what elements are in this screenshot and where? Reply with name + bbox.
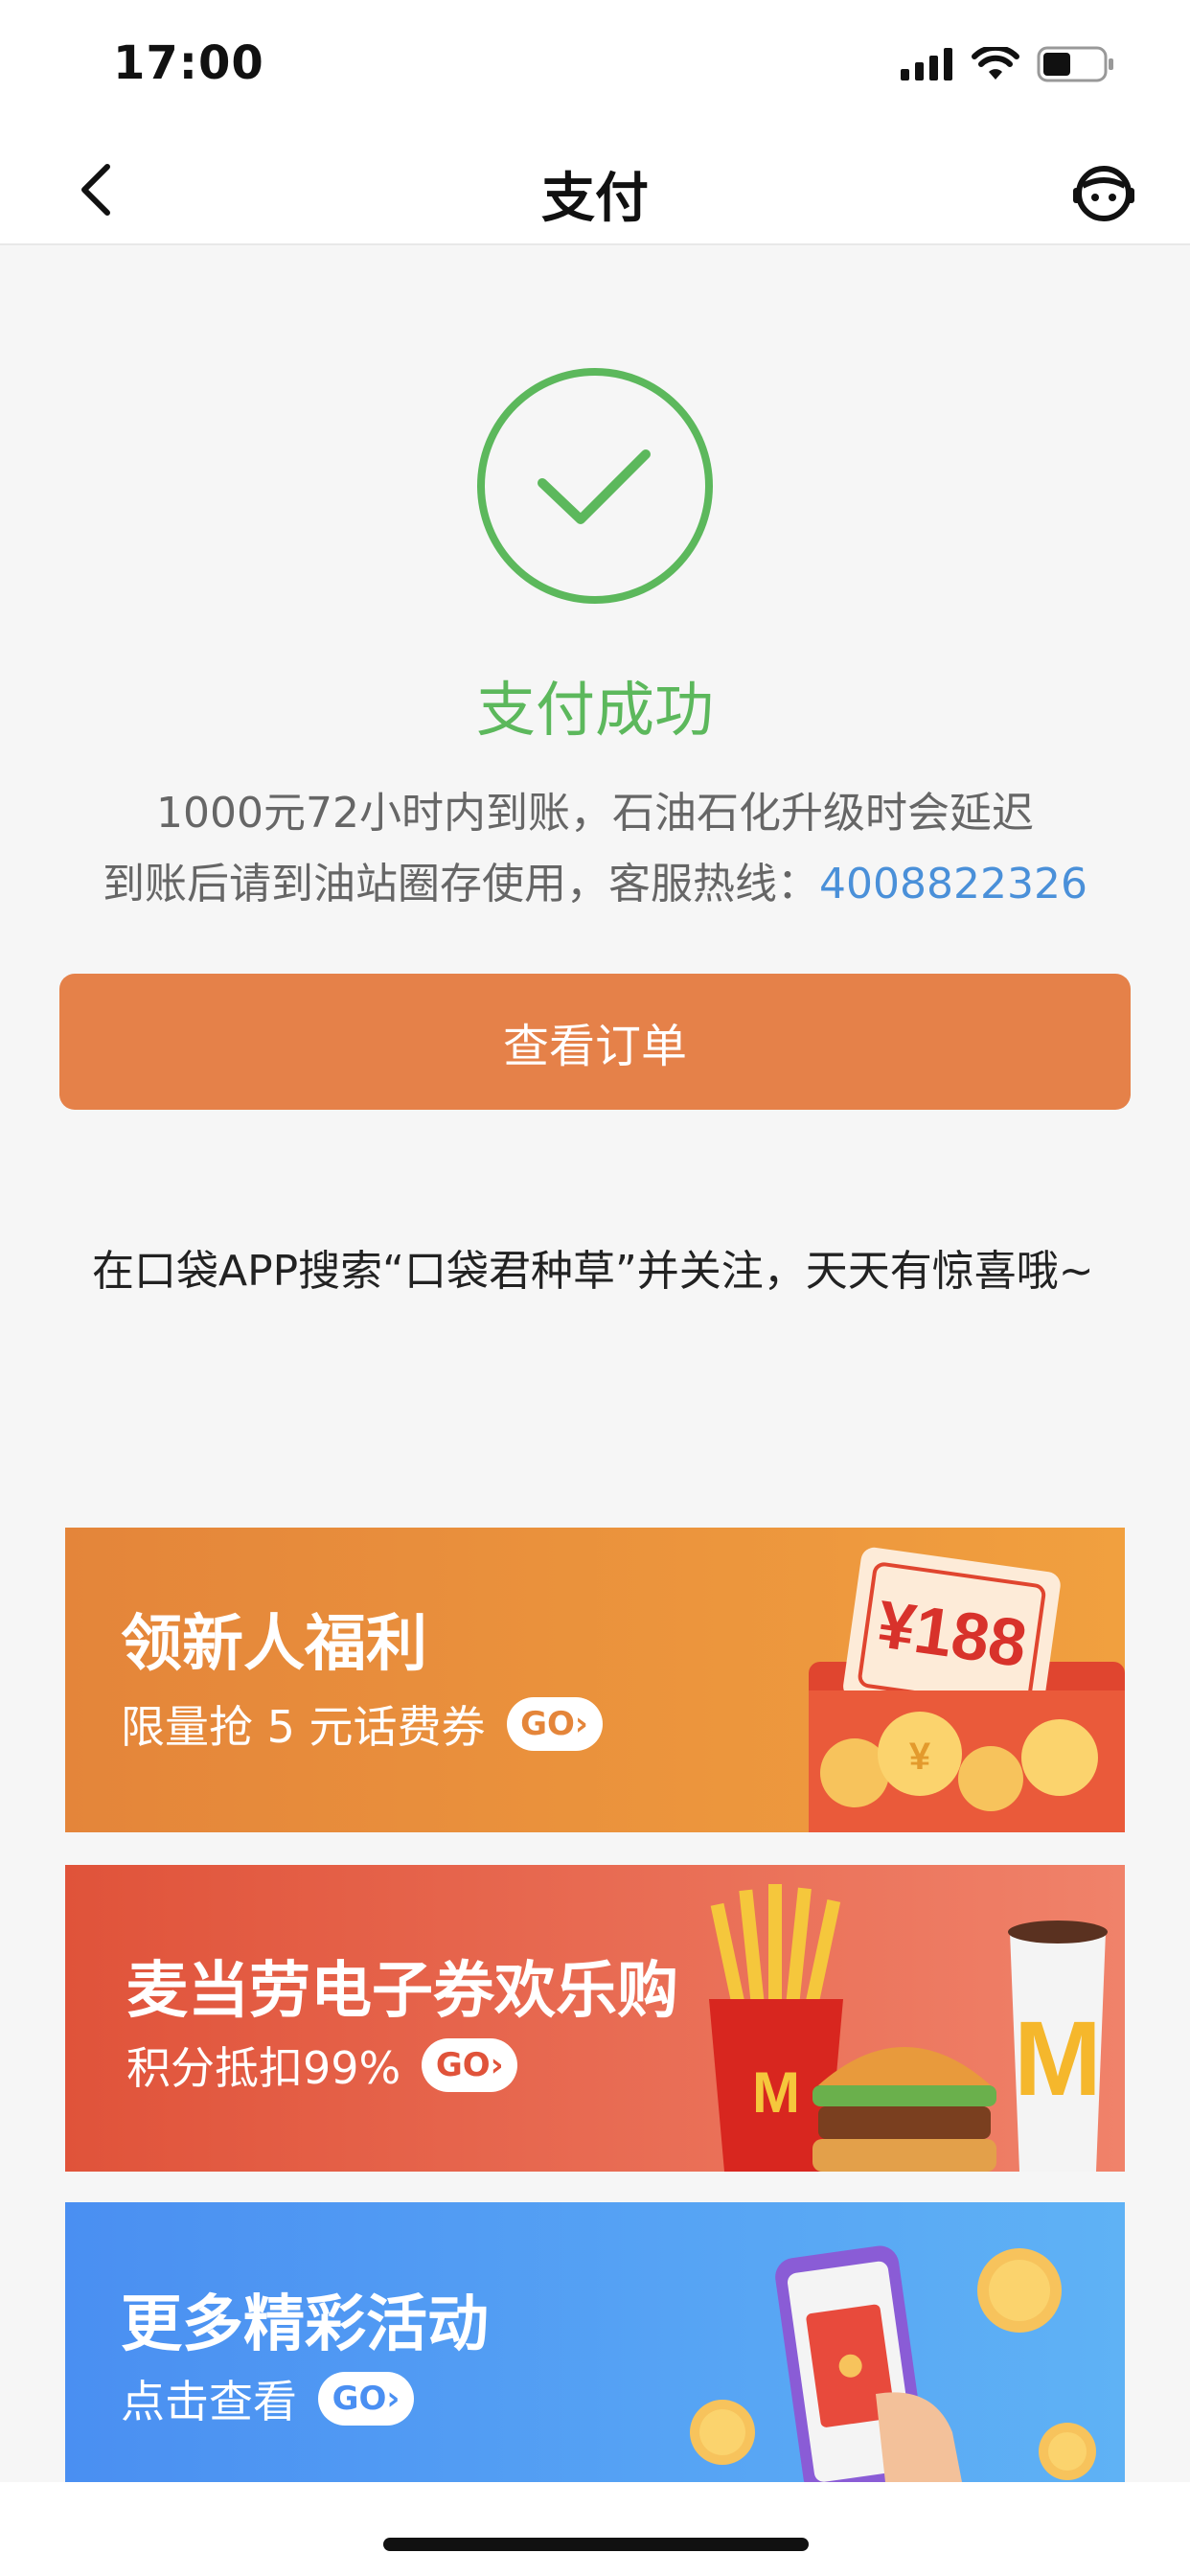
svg-text:M: M — [1014, 2000, 1102, 2118]
notice-line-1: 1000元72小时内到账，石油石化升级时会延迟 — [156, 789, 1034, 838]
more-activities-banner[interactable]: 更多精彩活动 点击查看 GO › — [65, 2202, 1125, 2482]
view-order-button[interactable]: 查看订单 — [59, 974, 1131, 1110]
svg-text:¥: ¥ — [909, 1736, 931, 1778]
navigation-bar: 支付 — [0, 134, 1190, 245]
cellular-signal-icon — [901, 48, 952, 80]
banner-title: 更多精彩活动 — [121, 2289, 489, 2360]
burger-fries-drink-icon: M M — [709, 1884, 1108, 2172]
battery-icon — [1037, 46, 1113, 82]
go-button[interactable]: GO › — [318, 2372, 414, 2426]
banner-subtitle: 点击查看 GO › — [121, 2367, 414, 2430]
success-check-icon — [477, 368, 713, 604]
notice-line-2: 到账后请到油站圈存使用，客服热线：4008822326 — [38, 849, 1152, 920]
payment-result-screen: 17:00 支付 支付成功 1000元72小时内到账，石油石化升级时会延迟 到账… — [0, 0, 1190, 2576]
home-indicator-area — [0, 2482, 1190, 2576]
banner-subtitle-text: 点击查看 — [121, 2376, 297, 2427]
svg-text:M: M — [752, 2060, 800, 2125]
home-indicator[interactable] — [383, 2538, 809, 2551]
go-label: GO — [520, 1705, 575, 1743]
banner-subtitle: 限量抢 5 元话费券 GO › — [121, 1692, 603, 1756]
go-button[interactable]: GO › — [422, 2038, 518, 2092]
mcdonalds-coupon-banner[interactable]: 麦当劳电子券欢乐购 积分抵扣99% GO › M M — [65, 1865, 1125, 2172]
success-title: 支付成功 — [475, 675, 714, 745]
banner-subtitle: 积分抵扣99% GO › — [126, 2034, 518, 2097]
banner-title: 麦当劳电子券欢乐购 — [126, 1956, 678, 2027]
phone-coins-icon — [690, 2245, 1096, 2482]
status-bar: 17:00 — [0, 0, 1190, 134]
red-envelope-coupon-icon: ¥188 ¥ — [809, 1547, 1125, 1832]
arrival-notice: 1000元72小时内到账，石油石化升级时会延迟 到账后请到油站圈存使用，客服热线… — [38, 778, 1152, 920]
banner-subtitle-text: 积分抵扣99% — [126, 2042, 401, 2094]
status-icons — [901, 46, 1115, 82]
notice-line-2-text: 到账后请到油站圈存使用，客服热线： — [103, 860, 820, 908]
wifi-icon — [972, 47, 1019, 80]
status-time: 17:00 — [113, 36, 264, 90]
banner-subtitle-text: 限量抢 5 元话费券 — [121, 1701, 486, 1753]
customer-service-icon[interactable] — [1069, 157, 1138, 226]
follow-tip: 在口袋APP搜索“口袋君种草”并关注，天天有惊喜哦~ — [92, 1247, 1094, 1296]
page-title: 支付 — [541, 168, 649, 230]
hotline-link[interactable]: 4008822326 — [819, 860, 1087, 908]
new-user-benefit-banner[interactable]: 领新人福利 限量抢 5 元话费券 GO › ¥188 ¥ — [65, 1528, 1125, 1832]
go-label: GO — [435, 2046, 491, 2084]
go-label: GO — [332, 2380, 387, 2418]
go-button[interactable]: GO › — [506, 1697, 603, 1751]
banner-title: 领新人福利 — [121, 1609, 427, 1680]
